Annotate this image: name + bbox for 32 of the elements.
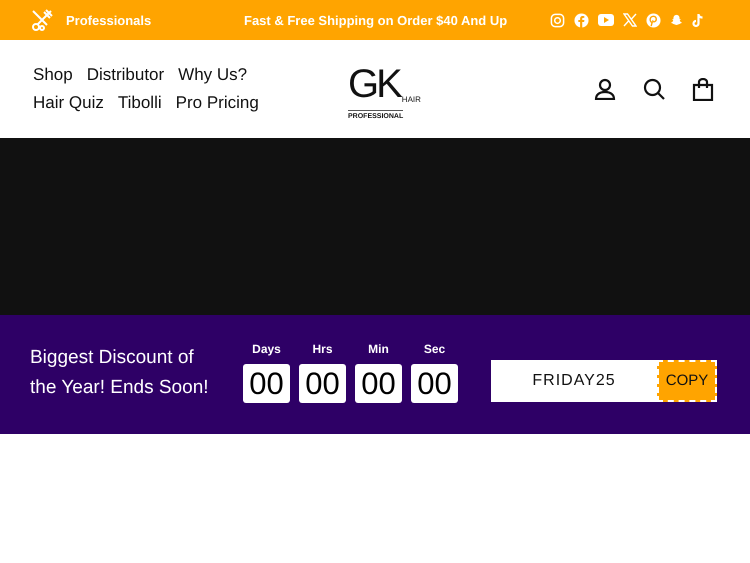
nav-link[interactable]: Hair Quiz: [33, 93, 104, 113]
countdown-label: Hrs: [312, 342, 332, 356]
countdown-label: Sec: [424, 342, 446, 356]
logo-subtitle: HAIR: [402, 95, 421, 104]
countdown-digits: 00: [355, 364, 402, 403]
search-icon[interactable]: [643, 78, 665, 100]
instagram-icon[interactable]: [550, 12, 565, 28]
nav-link[interactable]: Tibolli: [118, 93, 162, 113]
scissors-comb-icon: [30, 8, 54, 32]
pinterest-icon[interactable]: [646, 12, 661, 28]
nav-link[interactable]: Shop: [33, 65, 73, 85]
countdown-label: Min: [368, 342, 389, 356]
countdown-label: Days: [252, 342, 281, 356]
tiktok-icon[interactable]: [692, 12, 705, 28]
nav-link[interactable]: Distributor: [86, 65, 164, 85]
nav-link[interactable]: Why Us?: [178, 65, 248, 85]
countdown-digits: 00: [243, 364, 290, 403]
account-icon[interactable]: [594, 78, 616, 100]
countdown-digits: 00: [411, 364, 458, 403]
shopping-bag-icon[interactable]: [692, 78, 714, 100]
x-icon[interactable]: [623, 13, 637, 27]
ghost-icon[interactable]: [670, 14, 683, 26]
video-player[interactable]: [0, 138, 750, 315]
youtube-icon[interactable]: [598, 14, 614, 26]
logo-mark[interactable]: GK: [348, 58, 400, 110]
countdown-digits: 00: [299, 364, 346, 403]
copy-button[interactable]: COPY: [657, 360, 717, 402]
promo-headline: Biggest Discount of the Year! Ends Soon!: [30, 346, 210, 400]
nav-link[interactable]: Pro Pricing: [176, 93, 259, 113]
facebook-icon[interactable]: [574, 12, 589, 28]
coupon-code-field[interactable]: FRIDAY25 COPY: [491, 360, 717, 402]
shipping-message: Fast & Free Shipping on Order $40 And Up: [244, 12, 508, 28]
